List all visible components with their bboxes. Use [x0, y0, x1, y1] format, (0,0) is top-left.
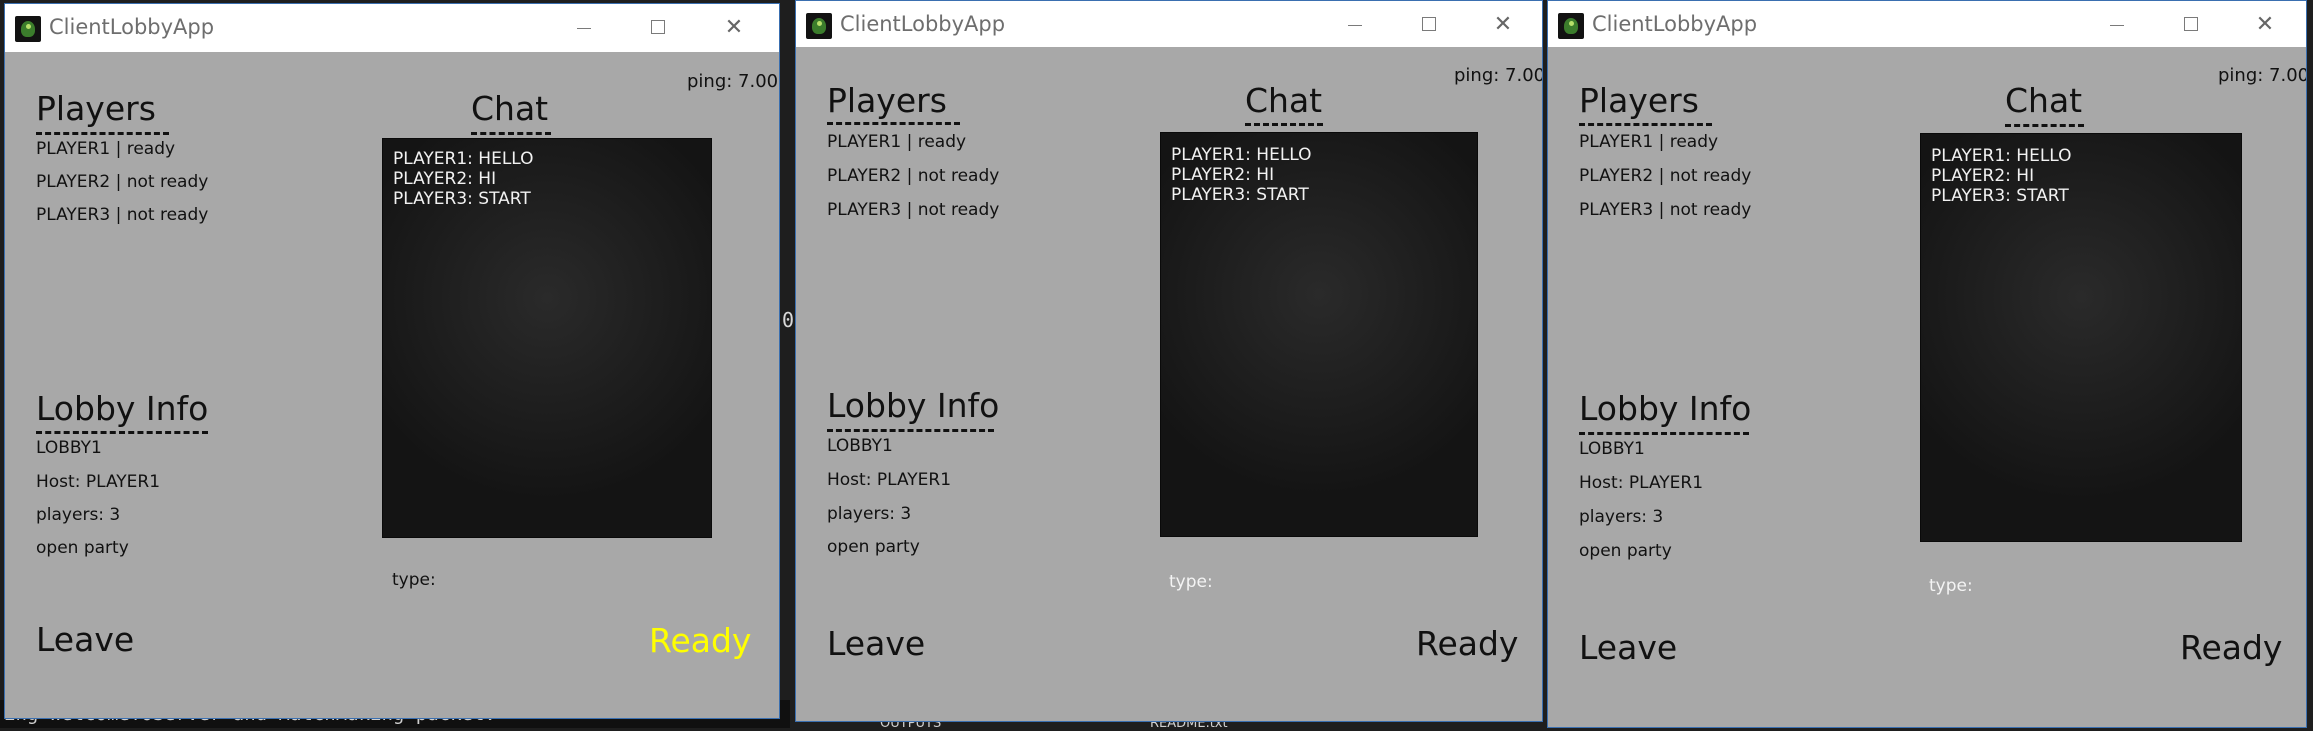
chat-message-2: PLAYER2: HI [1171, 165, 1275, 185]
chat-log[interactable]: PLAYER1: HELLO PLAYER2: HI PLAYER3: STAR… [382, 138, 712, 538]
players-heading: Players [36, 89, 156, 128]
lobby-info-heading-underline [827, 429, 994, 432]
lobby-player-count: players: 3 [1579, 507, 1664, 527]
client-lobby-window-2: ClientLobbyApp ✕ ping: 7.00 Players PLAY… [795, 0, 1543, 722]
chat-heading: Chat [1245, 81, 1323, 120]
players-heading-underline [827, 122, 960, 125]
minimize-button[interactable] [1332, 9, 1378, 41]
close-button[interactable]: ✕ [1480, 9, 1526, 41]
chat-type-input[interactable]: type: [1169, 572, 1213, 592]
lobby-host: Host: PLAYER1 [36, 472, 161, 492]
background-character: 0 [782, 308, 795, 332]
lobby-info-heading-underline [1579, 432, 1749, 435]
maximize-button[interactable] [1406, 9, 1452, 41]
chat-message-3: PLAYER3: START [1931, 186, 2069, 206]
ping-readout: ping: 7.00 [2218, 65, 2307, 86]
chat-message-2: PLAYER2: HI [1931, 166, 2035, 186]
players-heading: Players [1579, 81, 1699, 120]
player-row-1: PLAYER1 | ready [1579, 132, 1719, 152]
ready-button[interactable]: Ready [1416, 624, 1518, 664]
title-bar[interactable]: ClientLobbyApp ✕ [1548, 1, 2306, 47]
lobby-host: Host: PLAYER1 [1579, 473, 1704, 493]
lobby-info-heading-underline [36, 431, 208, 434]
maximize-icon [651, 20, 665, 34]
chat-message-1: PLAYER1: HELLO [1931, 146, 2072, 166]
ping-readout: ping: 7.00 [1454, 65, 1543, 86]
maximize-icon [1422, 17, 1436, 31]
client-lobby-window-1: ClientLobbyApp ✕ ping: 7.00 Players PLAY… [4, 3, 780, 719]
close-button[interactable]: ✕ [711, 12, 757, 44]
chat-heading-underline [471, 132, 551, 135]
app-icon [806, 13, 832, 39]
player-row-3: PLAYER3 | not ready [827, 200, 1000, 220]
chat-heading-underline [1245, 123, 1323, 126]
maximize-button[interactable] [2168, 9, 2214, 41]
close-icon: ✕ [724, 15, 744, 40]
window-title: ClientLobbyApp [1592, 12, 1758, 36]
title-bar[interactable]: ClientLobbyApp ✕ [796, 1, 1542, 47]
leave-button[interactable]: Leave [827, 624, 925, 664]
player-row-3: PLAYER3 | not ready [36, 205, 209, 225]
player-row-2: PLAYER2 | not ready [36, 172, 209, 192]
minimize-icon [1348, 25, 1362, 26]
close-icon: ✕ [1493, 12, 1513, 37]
players-heading-underline [36, 132, 169, 135]
leave-button[interactable]: Leave [1579, 628, 1677, 668]
minimize-icon [2110, 25, 2124, 26]
lobby-name: LOBBY1 [36, 438, 102, 458]
ready-button[interactable]: Ready [2180, 628, 2282, 668]
lobby-info-heading: Lobby Info [1579, 389, 1752, 428]
minimize-icon [577, 28, 591, 29]
chat-heading: Chat [471, 89, 549, 128]
minimize-button[interactable] [2094, 9, 2140, 41]
close-button[interactable]: ✕ [2242, 9, 2288, 41]
lobby-name: LOBBY1 [1579, 439, 1645, 459]
client-lobby-window-3: ClientLobbyApp ✕ ping: 7.00 Players PLAY… [1547, 0, 2307, 728]
chat-log[interactable]: PLAYER1: HELLO PLAYER2: HI PLAYER3: STAR… [1160, 132, 1478, 537]
minimize-button[interactable] [561, 12, 607, 44]
maximize-button[interactable] [635, 12, 681, 44]
players-heading-underline [1579, 123, 1712, 126]
lobby-player-count: players: 3 [827, 504, 912, 524]
chat-message-3: PLAYER3: START [1171, 185, 1309, 205]
lobby-info-heading: Lobby Info [36, 389, 209, 428]
chat-type-input[interactable]: type: [1929, 576, 1973, 596]
lobby-host: Host: PLAYER1 [827, 470, 952, 490]
chat-message-2: PLAYER2: HI [393, 169, 497, 189]
window-title: ClientLobbyApp [840, 12, 1006, 36]
player-row-1: PLAYER1 | ready [36, 139, 176, 159]
lobby-player-count: players: 3 [36, 505, 121, 525]
lobby-party-type: open party [36, 538, 129, 558]
chat-type-input[interactable]: type: [392, 570, 436, 590]
lobby-info-heading: Lobby Info [827, 386, 1000, 425]
player-row-3: PLAYER3 | not ready [1579, 200, 1752, 220]
close-icon: ✕ [2255, 12, 2275, 37]
ping-readout: ping: 7.00 [687, 71, 779, 92]
ready-button[interactable]: Ready [649, 621, 751, 661]
leave-button[interactable]: Leave [36, 620, 134, 660]
window-title: ClientLobbyApp [49, 15, 215, 39]
maximize-icon [2184, 17, 2198, 31]
lobby-party-type: open party [827, 537, 920, 557]
app-icon [1558, 13, 1584, 39]
player-row-2: PLAYER2 | not ready [1579, 166, 1752, 186]
lobby-name: LOBBY1 [827, 436, 893, 456]
title-bar[interactable]: ClientLobbyApp ✕ [5, 4, 779, 52]
players-heading: Players [827, 81, 947, 120]
player-row-1: PLAYER1 | ready [827, 132, 967, 152]
chat-message-1: PLAYER1: HELLO [1171, 145, 1312, 165]
chat-log[interactable]: PLAYER1: HELLO PLAYER2: HI PLAYER3: STAR… [1920, 133, 2242, 542]
app-icon [15, 16, 41, 42]
chat-message-1: PLAYER1: HELLO [393, 149, 534, 169]
chat-heading-underline [2005, 124, 2084, 127]
chat-message-3: PLAYER3: START [393, 189, 531, 209]
lobby-party-type: open party [1579, 541, 1672, 561]
player-row-2: PLAYER2 | not ready [827, 166, 1000, 186]
chat-heading: Chat [2005, 81, 2083, 120]
